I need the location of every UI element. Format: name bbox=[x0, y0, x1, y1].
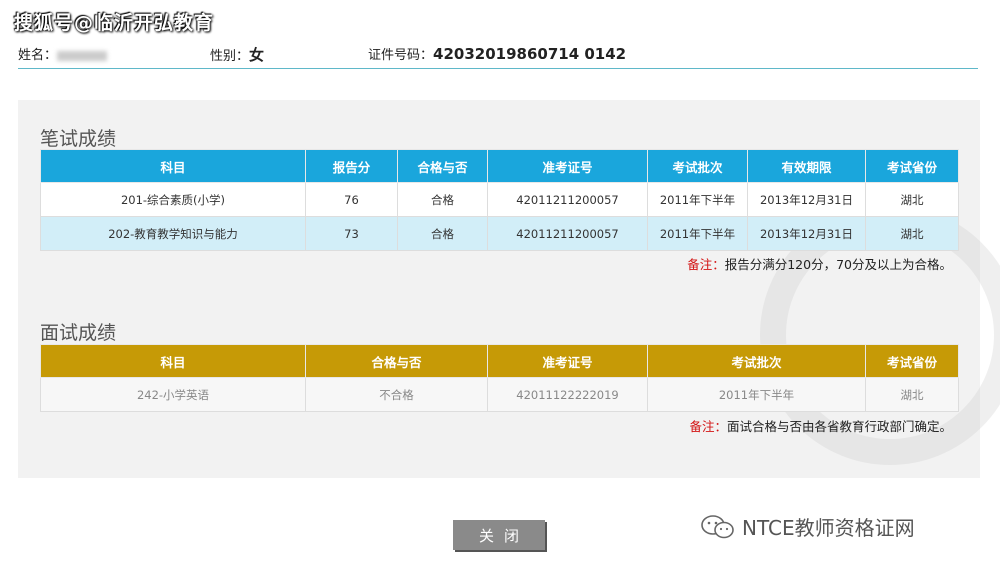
col-ticket: 准考证号 bbox=[487, 149, 648, 183]
id-label: 证件号码： bbox=[368, 48, 434, 63]
cell-subject: 202-教育教学知识与能力 bbox=[40, 216, 306, 251]
col-subject: 科目 bbox=[40, 149, 306, 183]
col-subject: 科目 bbox=[40, 344, 306, 378]
cell-subject: 201-综合素质(小学) bbox=[40, 182, 306, 217]
table-row: 201-综合素质(小学) 76 合格 42011211200057 2011年下… bbox=[40, 182, 959, 217]
oral-note: 备注：面试合格与否由各省教育行政部门确定。 bbox=[689, 416, 952, 435]
cell-subject: 242-小学英语 bbox=[40, 377, 306, 412]
written-score-table: 科目 报告分 合格与否 准考证号 考试批次 有效期限 考试省份 201-综合素质… bbox=[40, 149, 959, 251]
col-batch: 考试批次 bbox=[647, 344, 866, 378]
gender-field: 性别：女 bbox=[210, 44, 264, 65]
name-field: 姓名： bbox=[18, 44, 108, 63]
cell-ticket: 42011211200057 bbox=[487, 216, 648, 251]
cell-ticket: 42011211200057 bbox=[487, 182, 648, 217]
table-row: 202-教育教学知识与能力 73 合格 42011211200057 2011年… bbox=[40, 216, 959, 251]
cell-batch: 2011年下半年 bbox=[647, 216, 748, 251]
cell-valid: 2013年12月31日 bbox=[747, 182, 866, 217]
cell-province: 湖北 bbox=[865, 182, 959, 217]
oral-title: 面试成绩 bbox=[40, 322, 117, 344]
cell-ticket: 42011122222019 bbox=[487, 377, 648, 412]
cell-score: 73 bbox=[305, 216, 398, 251]
cell-province: 湖北 bbox=[865, 377, 959, 412]
sohu-watermark: 搜狐号@临沂开弘教育 bbox=[14, 12, 215, 34]
name-label: 姓名： bbox=[18, 48, 58, 63]
written-note: 备注：报告分满分120分，70分及以上为合格。 bbox=[687, 254, 952, 273]
id-field: 证件号码：42032019860714 0142 bbox=[368, 44, 626, 63]
col-pass: 合格与否 bbox=[397, 149, 488, 183]
col-ticket: 准考证号 bbox=[487, 344, 648, 378]
table-header-row: 科目 合格与否 准考证号 考试批次 考试省份 bbox=[40, 344, 959, 378]
col-pass: 合格与否 bbox=[305, 344, 488, 378]
candidate-info: 姓名： 性别：女 证件号码：42032019860714 0142 bbox=[18, 44, 978, 64]
watermark-text: NTCE教师资格证网 bbox=[742, 516, 915, 540]
col-valid: 有效期限 bbox=[747, 149, 866, 183]
cell-valid: 2013年12月31日 bbox=[747, 216, 866, 251]
note-label: 备注： bbox=[689, 419, 727, 434]
col-province: 考试省份 bbox=[865, 149, 959, 183]
table-header-row: 科目 报告分 合格与否 准考证号 考试批次 有效期限 考试省份 bbox=[40, 149, 959, 183]
cell-pass: 合格 bbox=[397, 216, 488, 251]
note-text: 报告分满分120分，70分及以上为合格。 bbox=[724, 257, 952, 272]
cell-province: 湖北 bbox=[865, 216, 959, 251]
note-label: 备注： bbox=[687, 257, 725, 272]
wechat-icon bbox=[700, 514, 736, 540]
ntce-watermark: NTCE教师资格证网 bbox=[700, 512, 915, 541]
cell-batch: 2011年下半年 bbox=[647, 377, 866, 412]
written-title: 笔试成绩 bbox=[40, 128, 117, 150]
table-row: 242-小学英语 不合格 42011122222019 2011年下半年 湖北 bbox=[40, 377, 959, 412]
gender-value: 女 bbox=[249, 46, 265, 64]
close-button[interactable]: 关闭 bbox=[453, 520, 545, 550]
gender-label: 性别： bbox=[210, 49, 250, 64]
note-text: 面试合格与否由各省教育行政部门确定。 bbox=[726, 419, 952, 434]
col-batch: 考试批次 bbox=[647, 149, 748, 183]
cell-batch: 2011年下半年 bbox=[647, 182, 748, 217]
cell-score: 76 bbox=[305, 182, 398, 217]
col-score: 报告分 bbox=[305, 149, 398, 183]
oral-score-table: 科目 合格与否 准考证号 考试批次 考试省份 242-小学英语 不合格 4201… bbox=[40, 344, 959, 412]
col-province: 考试省份 bbox=[865, 344, 959, 378]
id-value: 42032019860714 0142 bbox=[433, 45, 627, 63]
name-value bbox=[57, 50, 108, 61]
cell-pass: 合格 bbox=[397, 182, 488, 217]
cell-pass: 不合格 bbox=[305, 377, 488, 412]
info-divider bbox=[18, 68, 978, 69]
